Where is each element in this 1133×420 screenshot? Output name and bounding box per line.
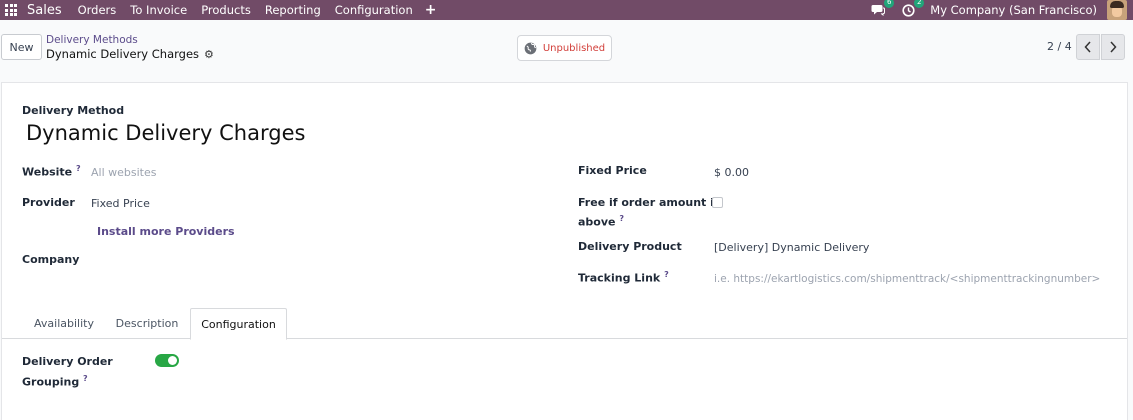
- breadcrumb-parent[interactable]: Delivery Methods: [46, 34, 214, 46]
- help-icon[interactable]: ?: [83, 374, 88, 383]
- help-icon[interactable]: ?: [664, 270, 669, 279]
- publish-status-button[interactable]: Unpublished: [517, 35, 612, 61]
- provider-label: Provider: [22, 196, 75, 209]
- clock-icon[interactable]: 2: [900, 0, 925, 18]
- website-field[interactable]: All websites: [91, 166, 156, 179]
- company-label: Company: [22, 253, 80, 266]
- breadcrumb: Delivery Methods Dynamic Delivery Charge…: [46, 34, 214, 61]
- grouping-label-line1: Delivery Order: [22, 355, 113, 368]
- delivery-product-field[interactable]: [Delivery] Dynamic Delivery: [714, 241, 869, 254]
- website-label: Website ?: [22, 164, 81, 179]
- control-panel: New Delivery Methods Dynamic Delivery Ch…: [0, 28, 1133, 68]
- avatar[interactable]: [1107, 0, 1127, 20]
- gear-icon[interactable]: ⚙: [204, 48, 214, 61]
- top-navbar: Sales Orders To Invoice Products Reporti…: [0, 0, 1133, 20]
- tracking-link-label-text: Tracking Link: [578, 271, 661, 285]
- breadcrumb-current: Dynamic Delivery Charges ⚙: [46, 47, 214, 61]
- chevron-left-icon: [1084, 41, 1091, 53]
- install-providers-link[interactable]: Install more Providers: [97, 225, 235, 238]
- menu-configuration[interactable]: Configuration: [335, 3, 413, 17]
- record-type-label: Delivery Method: [22, 104, 125, 117]
- free-if-checkbox[interactable]: [712, 197, 723, 208]
- pager-previous-button[interactable]: [1076, 34, 1100, 60]
- tracking-link-field[interactable]: i.e. https://ekartlogistics.com/shipment…: [714, 273, 1100, 285]
- plus-icon[interactable]: +: [425, 2, 437, 18]
- chevron-right-icon: [1110, 41, 1117, 53]
- menu-orders[interactable]: Orders: [78, 3, 117, 17]
- help-icon[interactable]: ?: [619, 214, 624, 223]
- grouping-label-line2: Grouping: [22, 375, 80, 389]
- free-if-label-line1: Free if order amount is: [578, 196, 721, 209]
- fixed-price-label: Fixed Price: [578, 164, 647, 177]
- globe-icon: [524, 42, 537, 54]
- publish-status-label: Unpublished: [542, 42, 606, 54]
- app-name[interactable]: Sales: [27, 3, 62, 18]
- company-field[interactable]: [91, 253, 291, 267]
- delivery-order-grouping-label: Delivery Order Grouping ?: [22, 353, 113, 391]
- delivery-order-grouping-toggle[interactable]: [155, 354, 179, 367]
- provider-field[interactable]: Fixed Price: [91, 197, 150, 210]
- new-button[interactable]: New: [1, 34, 42, 60]
- pager-counter[interactable]: 2 / 4: [1047, 40, 1072, 53]
- record-name-field[interactable]: Dynamic Delivery Charges: [26, 121, 305, 145]
- delivery-product-label: Delivery Product: [578, 240, 682, 253]
- fixed-price-field[interactable]: $ 0.00: [714, 166, 749, 179]
- company-switcher[interactable]: My Company (San Francisco): [930, 3, 1097, 17]
- free-if-label-line2: above: [578, 215, 616, 229]
- tab-description[interactable]: Description: [106, 308, 188, 339]
- notebook-tabs: Availability Description Configuration: [2, 308, 1127, 340]
- messages-count-badge: 6: [884, 0, 895, 8]
- menu-products[interactable]: Products: [201, 3, 251, 17]
- tab-configuration[interactable]: Configuration: [190, 308, 287, 340]
- menu-to-invoice[interactable]: To Invoice: [130, 3, 187, 17]
- free-if-label: Free if order amount is above ?: [578, 195, 720, 231]
- activities-count-badge: 2: [914, 0, 925, 8]
- chat-icon[interactable]: 6: [870, 0, 895, 18]
- form-sheet: Delivery Method Dynamic Delivery Charges…: [1, 82, 1128, 420]
- tab-availability[interactable]: Availability: [22, 308, 106, 339]
- website-label-text: Website: [22, 165, 73, 179]
- breadcrumb-current-label: Dynamic Delivery Charges: [46, 47, 200, 61]
- help-icon[interactable]: ?: [76, 164, 81, 173]
- menu-reporting[interactable]: Reporting: [265, 3, 321, 17]
- apps-menu-icon[interactable]: [1, 0, 21, 20]
- pager-next-button[interactable]: [1101, 34, 1125, 60]
- tracking-link-label: Tracking Link ?: [578, 270, 669, 285]
